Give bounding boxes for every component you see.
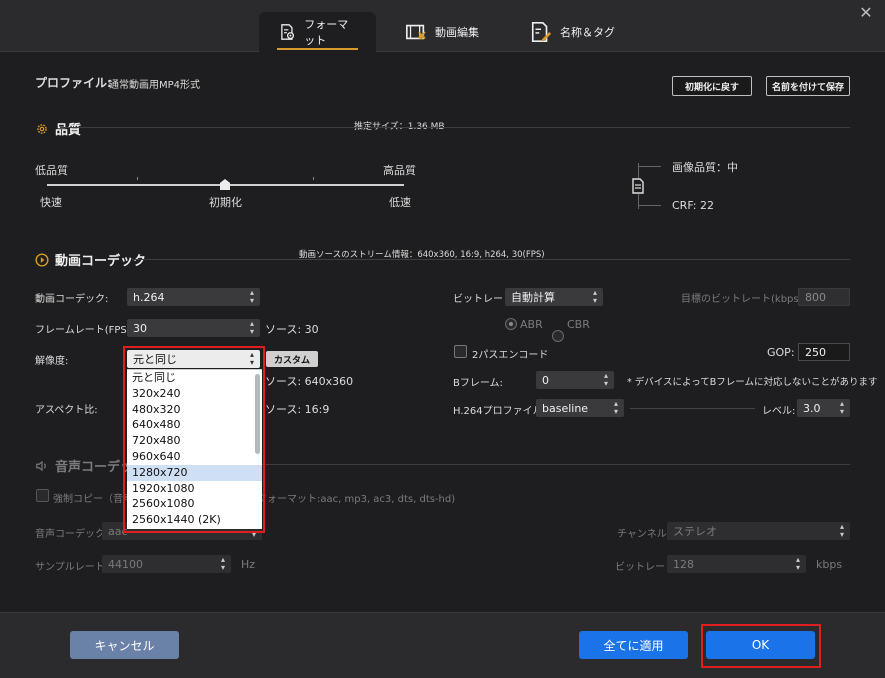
channel-select[interactable]: ステレオ ▴ ▾ [667,522,850,540]
bframe-value: 0 [542,373,549,387]
chevron-updown-icon: ▴▾ [613,399,618,416]
slider-tick [313,177,314,180]
samplerate-select[interactable]: 44100 ▴ ▾ [102,555,231,573]
quality-divider [60,127,850,128]
two-pass-label: 2パスエンコード [472,350,549,361]
chevron-updown-icon: ▴▾ [603,371,608,388]
cancel-button[interactable]: キャンセル [70,631,179,659]
target-bitrate-label: 目標のビットレート(kbps): [681,294,806,305]
aspect-ratio-label: アスペクト比: [35,405,98,416]
gear-icon [37,123,47,134]
tab-name-tag[interactable]: 名称＆タグ [530,12,630,52]
level-label: レベル: [762,406,796,417]
cbr-radio[interactable] [552,330,564,342]
samplerate-label: サンプルレート: [35,562,109,573]
level-line [630,408,755,409]
video-codec-divider [132,259,850,260]
framerate-label: フレームレート(FPS): [35,325,135,336]
bframe-select[interactable]: 0 ▴ ▾ [536,371,614,389]
ok-button[interactable]: OK [706,631,815,659]
estimated-size: 推定サイズ：1.36 MB [354,122,445,132]
image-quality-text: 画像品質：中 [672,161,738,174]
low-quality-label: 低品質 [35,164,68,177]
force-copy-formats: フォーマット:aac, mp3, ac3, dts, dts-hd) [257,494,456,505]
framerate-source: ソース: 30 [265,323,319,336]
tab-video-edit-label: 動画編集 [435,26,479,39]
level-value: 3.0 [803,401,821,415]
profile-value: 通常動画用MP4形式 [109,80,201,91]
cbr-label: CBR [567,318,590,331]
save-as-button[interactable]: 名前を付けて保存 [766,76,850,96]
video-codec-value: h.264 [133,290,165,304]
document-icon [631,178,645,194]
video-codec-label: 動画コーデック: [35,294,109,305]
force-copy-label: 強制コピー（音声 [53,494,133,505]
dropdown-highlight-frame [123,346,265,533]
fast-label: 快速 [40,196,62,209]
slider-tick [137,177,138,180]
profile-label: プロファイル: [35,76,112,90]
force-copy-checkbox[interactable] [36,489,49,502]
default-label: 初期化 [209,196,242,209]
hz-label: Hz [241,558,256,571]
bframe-note: * デバイスによってBフレームに対応しないことがあります [627,377,878,388]
audio-codec-label: 音声コーデック: [35,529,109,540]
quality-title-text: 品質 [55,123,82,138]
name-tag-icon [531,22,552,42]
bitrate-value: 自動計算 [511,291,555,304]
gop-input[interactable]: 250 [798,343,850,361]
tab-format-label: フォーマット [304,18,349,47]
resolution-label: 解像度: [35,356,69,367]
samplerate-value: 44100 [108,557,143,571]
channel-value: ステレオ [673,525,717,538]
bframe-label: Bフレーム: [453,378,503,389]
play-circle-icon [35,252,49,267]
abr-label: ABR [520,318,543,331]
tab-name-tag-label: 名称＆タグ [560,26,615,39]
chevron-updown-icon: ▴▾ [220,555,225,572]
channel-label: チャンネル: [617,529,671,540]
chevron-updown-icon: ▴▾ [592,288,597,305]
audio-bitrate-select[interactable]: 128 ▴ ▾ [667,555,806,573]
high-quality-label: 高品質 [383,164,416,177]
chevron-updown-icon: ▴▾ [839,399,844,416]
reset-defaults-button[interactable]: 初期化に戻す [672,76,752,96]
tab-video-edit[interactable]: 動画編集 [405,12,505,52]
speaker-icon [36,460,46,471]
chevron-updown-icon: ▴▾ [249,319,254,336]
level-select[interactable]: 3.0 ▴ ▾ [797,399,850,417]
framerate-select[interactable]: 30 ▴ ▾ [127,319,260,337]
abr-radio[interactable] [505,318,517,330]
crf-text: CRF: 22 [672,199,714,212]
apply-all-button[interactable]: 全てに適用 [579,631,688,659]
target-bitrate-input[interactable]: 800 [798,288,850,306]
chevron-updown-icon: ▴▾ [795,555,800,572]
aspect-ratio-source: ソース: 16:9 [265,403,330,416]
h264-profile-label: H.264プロファイル: [453,406,546,417]
h264-profile-value: baseline [542,401,589,415]
tab-format[interactable]: フォーマット [259,12,376,52]
format-settings-icon [281,24,295,40]
slow-label: 低速 [389,196,411,209]
two-pass-checkbox[interactable] [454,345,467,358]
kbps-label: kbps [816,558,843,571]
custom-resolution-button[interactable]: カスタム [266,351,318,367]
close-icon[interactable]: ✕ [857,4,875,22]
resolution-source: ソース: 640x360 [265,375,354,388]
gop-label: GOP: [767,346,795,359]
video-edit-icon [406,24,426,40]
quality-section-title: 品質 [35,119,81,138]
framerate-value: 30 [133,321,147,335]
video-codec-select[interactable]: h.264 ▴ ▾ [127,288,260,306]
audio-bitrate-value: 128 [673,557,694,571]
video-codec-section-title: 動画コーデック [35,250,146,269]
bitrate-select[interactable]: 自動計算 ▴ ▾ [505,288,603,306]
h264-profile-select[interactable]: baseline ▴ ▾ [536,399,624,417]
chevron-updown-icon: ▴▾ [839,522,844,539]
chevron-updown-icon: ▴▾ [249,288,254,305]
